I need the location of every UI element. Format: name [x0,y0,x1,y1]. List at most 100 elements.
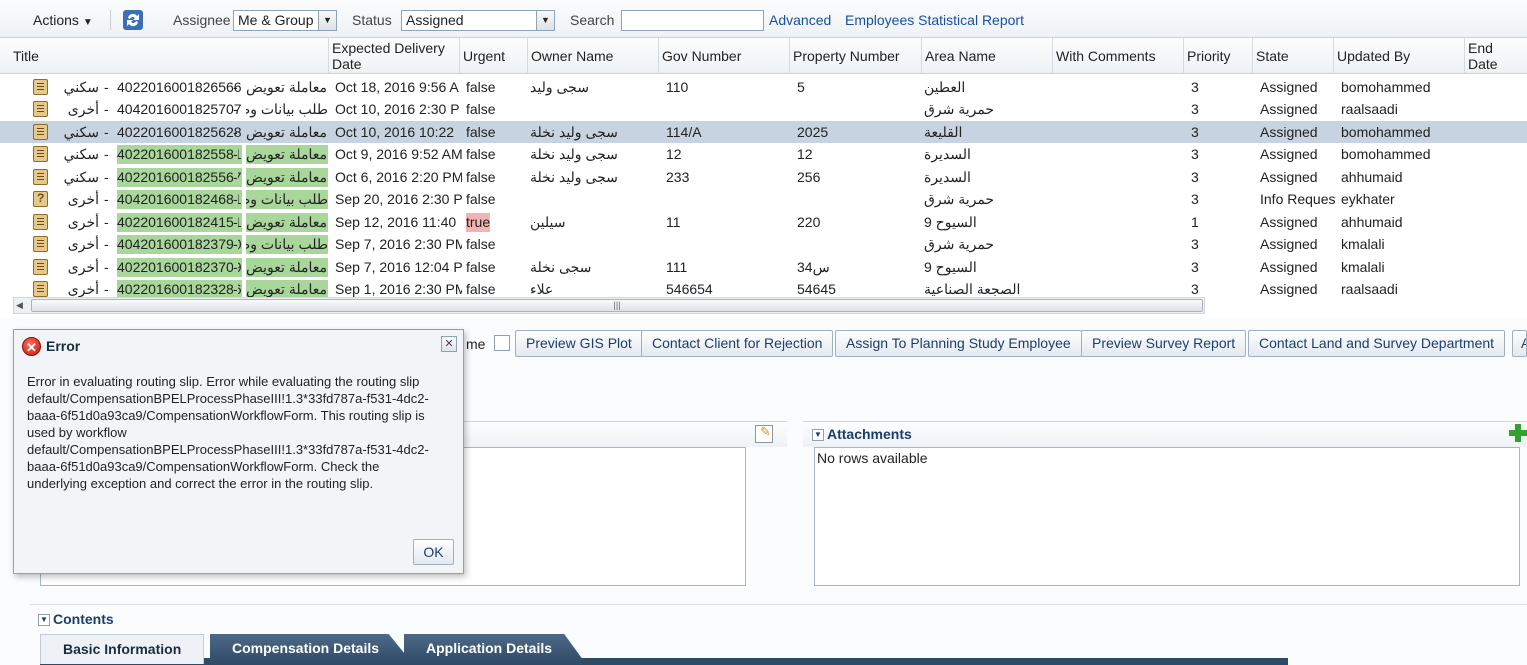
cell-updated-by: bomohammed [1341,124,1431,140]
task-icon [33,169,48,185]
cell-title-number[interactable]: 4042016001823790 [117,235,242,254]
table-row[interactable]: سكني -4022016001825628 - معاملة تعويض Oct … [0,121,1527,143]
cell-title-subject[interactable]: معاملة تعويض [246,280,328,298]
cell-title-subject[interactable]: طلب بيانات وصور جوية [246,235,328,254]
add-attachment-icon[interactable] [1509,424,1527,442]
more-actions-button[interactable]: A [1512,330,1527,357]
column-header-priority[interactable]: Priority [1183,38,1252,74]
table-row[interactable]: أخرى-4042016001823790 - طلب بيانات وصور … [0,233,1527,255]
cell-urgent: true [466,213,491,232]
cell-title-number[interactable]: 4042016001824681 [117,190,242,209]
cell-owner-name [530,100,656,119]
add-note-icon[interactable] [755,424,773,443]
table-horizontal-scrollbar[interactable]: ◀ ||| [13,297,1205,314]
select-arrow-icon: ▼ [318,11,336,30]
cell-title-number[interactable]: 4022016001823709 [117,258,242,277]
column-header-title[interactable]: Title [10,38,328,74]
ok-button[interactable]: OK [413,539,454,565]
attachments-title[interactable]: ▼ Attachments [812,426,912,442]
cell-title-subject[interactable]: معاملة تعويض [246,213,328,232]
table-row[interactable]: أخرى -4022016001823286 - معاملة تعويض Sep … [0,278,1527,298]
collapse-icon[interactable]: ▼ [812,429,824,442]
empty-rows-text: No rows available [817,450,928,466]
cell-title-number[interactable]: 4022016001825567 [117,168,242,187]
cell-title-number[interactable]: 4022016001824151 [117,213,242,232]
cell-state: Assigned [1260,101,1318,117]
assignee-select[interactable]: Me & Group ▼ [233,10,337,31]
column-header-area-name[interactable]: Area Name [921,38,1052,74]
close-icon[interactable]: ✕ [441,336,457,352]
scroll-left-icon[interactable]: ◀ [16,298,23,313]
title-separator: - [233,124,238,140]
refresh-icon[interactable] [122,9,144,31]
cell-expected-delivery: Sep 12, 2016 11:40 [335,214,457,230]
column-header-owner-name[interactable]: Owner Name [527,38,658,74]
search-input[interactable] [621,10,764,31]
checkbox[interactable] [494,335,510,351]
tab-application-details[interactable]: Application Details [404,634,587,664]
status-value: Assigned [406,12,464,28]
scrollbar-thumb[interactable]: ||| [31,299,1203,312]
column-header-with-comments[interactable]: With Comments [1052,38,1183,74]
column-header-gov-number[interactable]: Gov Number [658,38,789,74]
contact-land-and-survey-department-button[interactable]: Contact Land and Survey Department [1248,330,1506,357]
cell-title-number[interactable]: 4022016001826566 [117,78,242,97]
cell-title-category: أخرى [67,259,99,275]
advanced-search-link[interactable]: Advanced [769,12,831,28]
cell-state: Assigned [1260,146,1318,162]
cell-title-subject[interactable]: طلب بيانات وصور جوية [246,190,328,209]
status-select[interactable]: Assigned ▼ [401,10,555,31]
collapse-icon[interactable]: ▼ [38,614,50,627]
cell-property-number: 2025 [797,124,829,140]
cell-title-category: سكني [63,146,99,162]
cell-title-category: أخرى [67,214,99,230]
cell-expected-delivery: Sep 7, 2016 2:30 PM [335,236,462,252]
cell-state: Info Request [1260,191,1336,207]
table-row[interactable]: سكني -4022016001825567 - معاملة تعويض Oct … [0,166,1527,188]
cell-state: Assigned [1260,281,1318,297]
tab-compensation-details[interactable]: Compensation Details [210,634,414,664]
cell-title-category: أخرى [67,236,99,252]
cell-title-subject[interactable]: معاملة تعويض [246,168,328,187]
cell-title-number[interactable]: 4042016001825707 [117,100,242,119]
table-row[interactable]: سكني -4022016001826566 - معاملة تعويض Oct … [0,76,1527,98]
column-header-property-number[interactable]: Property Number [789,38,921,74]
cell-gov-number [666,190,786,209]
column-header-updated-by[interactable]: Updated By [1333,38,1464,74]
column-header-state[interactable]: State [1252,38,1333,74]
cell-title-number[interactable]: 4022016001823286 [117,280,242,298]
cell-title-subject[interactable]: معاملة تعويض [246,258,328,277]
contents-title[interactable]: ▼ Contents [38,611,114,627]
preview-gis-plot-button[interactable]: Preview GIS Plot [515,330,643,357]
cell-expected-delivery: Sep 20, 2016 2:30 P [335,191,462,207]
column-header-end-date[interactable]: End Date [1464,38,1527,74]
cell-owner-name: سجى وليد نخلة [530,124,618,140]
cell-updated-by: kmalali [1341,236,1385,252]
cell-gov-number: 114/A [666,124,702,140]
cell-expected-delivery: Sep 7, 2016 12:04 P [335,259,462,275]
cell-updated-by: bomohammed [1341,79,1431,95]
actions-menu-button[interactable]: Actions ▼ [22,8,104,32]
table-row[interactable]: أخرى-4042016001824681 - طلب بيانات وصور … [0,188,1527,210]
contact-client-for-rejection-button[interactable]: Contact Client for Rejection [641,330,834,357]
table-row[interactable]: أخرى-4042016001825707 - طلب بيانات وصور … [0,98,1527,120]
cell-title-number[interactable]: 4022016001825628 [117,123,242,142]
cell-title-subject[interactable]: معاملة تعويض [246,145,328,164]
cell-title-subject[interactable]: معاملة تعويض [246,78,328,97]
table-row[interactable]: أخرى -4022016001823709 - معاملة تعويض Sep … [0,256,1527,278]
title-separator: - [104,124,109,140]
cell-title-subject[interactable]: معاملة تعويض [246,123,328,142]
column-header-urgent[interactable]: Urgent [459,38,527,74]
table-row[interactable]: أخرى -4022016001824151 - معاملة تعويض Sep … [0,211,1527,233]
preview-survey-report-button[interactable]: Preview Survey Report [1081,330,1247,357]
tab-basic-information[interactable]: Basic Information [40,634,205,664]
title-separator: - [233,213,238,232]
table-row[interactable]: سكني -4022016001825581 - معاملة تعويض Oct … [0,143,1527,165]
employees-statistical-report-link[interactable]: Employees Statistical Report [845,12,1024,28]
column-header-expected-delivery[interactable]: Expected Delivery Date [328,38,459,74]
cell-title-number[interactable]: 4022016001825581 [117,145,242,164]
title-separator: - [233,79,238,95]
cell-title-subject[interactable]: طلب بيانات وصور جوية [246,100,328,119]
assign-to-planning-study-employee-button[interactable]: Assign To Planning Study Employee [835,330,1082,357]
cell-updated-by: ahhumaid [1341,214,1403,230]
